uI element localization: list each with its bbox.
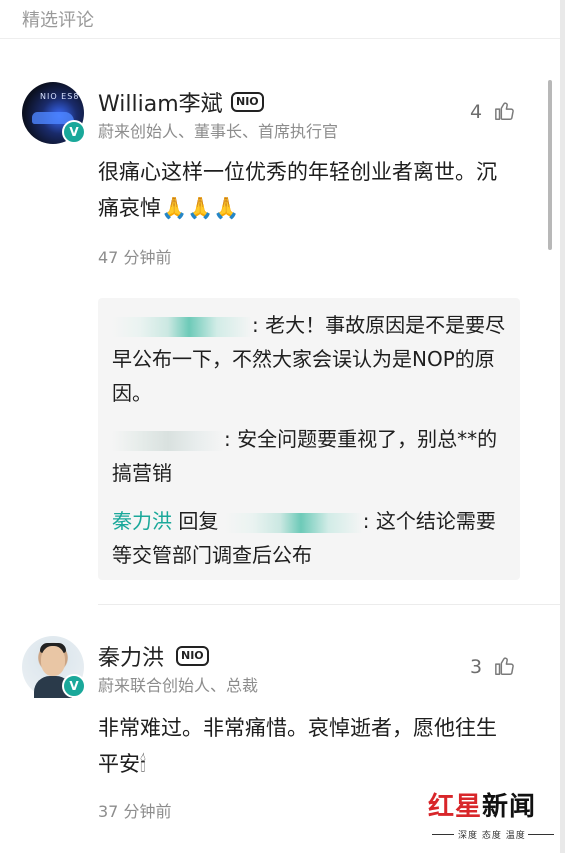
redacted-name xyxy=(112,430,224,451)
reply-author[interactable]: 秦力洪 xyxy=(112,509,172,533)
reply-item[interactable]: : 老大！事故原因是不是要尽早公布一下，不然大家会误认为是NOP的原因。 xyxy=(112,308,510,410)
divider xyxy=(98,604,560,605)
thumb-up-icon[interactable] xyxy=(494,655,516,677)
divider xyxy=(0,38,560,39)
watermark-logo: 红星新闻 深度 态度 温度 xyxy=(428,786,558,842)
verified-badge-icon: V xyxy=(62,120,86,144)
comment-text: 很痛心这样一位优秀的年轻创业者离世。沉痛哀悼🙏🙏🙏 xyxy=(98,160,497,220)
author-role: 蔚来联合创始人、总裁 xyxy=(98,676,259,695)
watermark-brand-black: 新闻 xyxy=(482,792,537,822)
thumb-up-icon[interactable] xyxy=(494,100,516,122)
author-name[interactable]: William李斌 xyxy=(98,86,223,118)
redacted-name xyxy=(224,512,363,533)
author-name[interactable]: 秦力洪 xyxy=(98,640,164,672)
comment-text: 非常难过。非常痛惜。哀悼逝者，愿他往生平安🕯 xyxy=(98,716,497,776)
watermark-tagline: 深度 态度 温度 xyxy=(458,831,526,841)
nio-badge-icon: NIO xyxy=(231,92,264,112)
reply-item[interactable]: : 安全问题要重视了，别总**的搞营销 xyxy=(112,422,510,490)
like-count: 3 xyxy=(470,656,483,678)
window-edge xyxy=(560,0,565,853)
reply-item[interactable]: 秦力洪 回复 : 这个结论需要等交管部门调查后公布 xyxy=(112,504,510,572)
reply-thread: : 老大！事故原因是不是要尽早公布一下，不然大家会误认为是NOP的原因。 : 安… xyxy=(98,298,520,580)
like-count: 4 xyxy=(470,101,483,123)
nio-badge-icon: NIO xyxy=(176,646,209,666)
comment-time: 47 分钟前 xyxy=(98,248,172,267)
scrollbar[interactable] xyxy=(548,80,552,250)
comment-time: 37 分钟前 xyxy=(98,802,172,821)
section-title: 精选评论 xyxy=(22,10,94,31)
reply-word: 回复 xyxy=(178,509,219,533)
redacted-name xyxy=(112,316,252,337)
verified-badge-icon: V xyxy=(62,674,86,698)
watermark-brand-red: 红星 xyxy=(428,792,483,822)
author-role: 蔚来创始人、董事长、首席执行官 xyxy=(98,122,339,141)
